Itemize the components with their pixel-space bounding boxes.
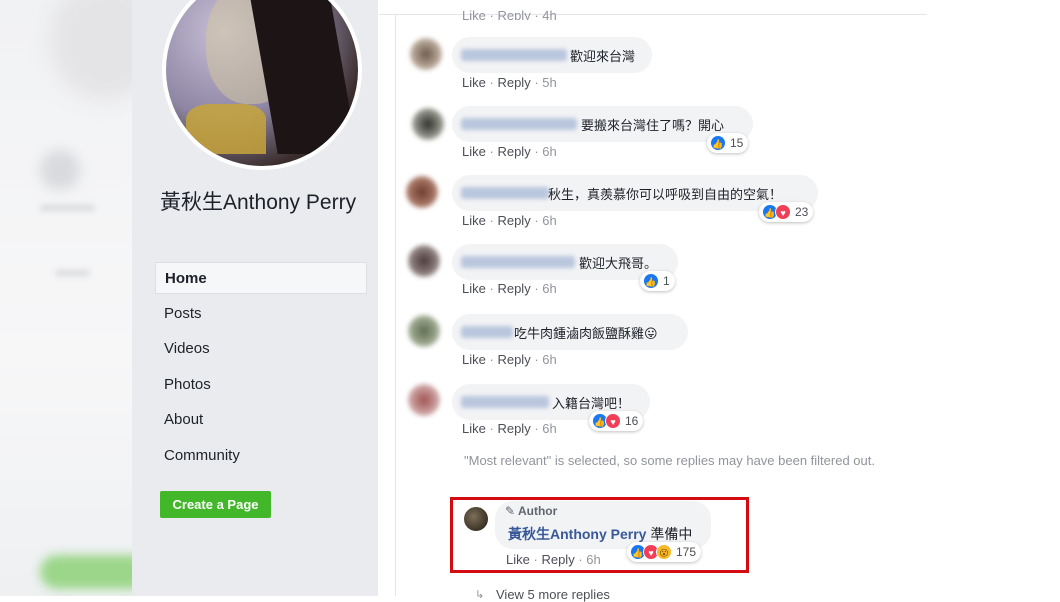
- comment-actions: Like · Reply · 6h: [462, 421, 557, 436]
- comment-actions: Like · Reply · 6h: [462, 144, 557, 159]
- comment-text: 歡迎大飛哥。: [579, 256, 658, 271]
- filter-notice: "Most relevant" is selected, so some rep…: [464, 453, 875, 468]
- commenter-avatar[interactable]: [410, 38, 442, 70]
- comment-time[interactable]: 6h: [542, 352, 556, 367]
- comment-time[interactable]: 6h: [542, 421, 556, 436]
- comment-actions: Like · Reply · 6h: [462, 352, 557, 367]
- separator: ·: [489, 144, 494, 159]
- like-reaction-icon: 👍: [710, 135, 726, 151]
- separator: ·: [534, 8, 539, 20]
- separator: ·: [489, 213, 494, 228]
- comment-actions: Like · Reply · 6h: [462, 281, 557, 296]
- like-link[interactable]: Like: [462, 352, 486, 367]
- like-link[interactable]: Like: [462, 421, 486, 436]
- reply-link[interactable]: Reply: [497, 421, 530, 436]
- comment-time[interactable]: 6h: [542, 213, 556, 228]
- comment-time[interactable]: 5h: [542, 75, 556, 90]
- reaction-summary[interactable]: 👍 1: [640, 271, 675, 291]
- separator: ·: [489, 421, 494, 436]
- separator: ·: [489, 352, 494, 367]
- reply-link[interactable]: Reply: [497, 144, 530, 159]
- love-reaction-icon: ♥: [775, 204, 791, 220]
- blurred-shape: [40, 555, 132, 589]
- like-link[interactable]: Like: [462, 213, 486, 228]
- commenter-avatar[interactable]: [408, 245, 440, 277]
- blurred-shape: [40, 150, 80, 190]
- like-reaction-icon: 👍: [643, 273, 659, 289]
- commenter-avatar[interactable]: [408, 315, 440, 347]
- commenter-avatar[interactable]: [412, 108, 444, 140]
- reaction-summary[interactable]: 👍 15: [707, 133, 749, 153]
- create-page-button[interactable]: Create a Page: [160, 491, 271, 518]
- avatar-shirt: [186, 104, 266, 154]
- separator: ·: [534, 144, 539, 159]
- reply-link[interactable]: Reply: [497, 352, 530, 367]
- love-reaction-icon: ♥: [605, 413, 621, 429]
- comment-time[interactable]: 6h: [542, 281, 556, 296]
- comment-actions: Like · Reply · 6h: [462, 213, 557, 228]
- like-link[interactable]: Like: [462, 281, 486, 296]
- thread-line: [395, 14, 396, 596]
- commenter-name-blurred[interactable]: [461, 396, 549, 408]
- commenter-avatar[interactable]: [406, 176, 438, 208]
- blurred-text: [40, 205, 95, 211]
- page-title[interactable]: 黃秋生Anthony Perry: [160, 188, 370, 217]
- sidebar-item-videos[interactable]: Videos: [155, 333, 367, 365]
- sidebar-item-photos[interactable]: Photos: [155, 369, 367, 401]
- comment-text: 吃牛肉鍾滷肉飯鹽酥雞😛: [514, 326, 658, 341]
- commenter-name-blurred[interactable]: [461, 118, 577, 130]
- reaction-count: 23: [795, 205, 809, 219]
- comment-bubble: 歡迎來台灣: [452, 37, 652, 73]
- sidebar-nav: Home Posts Videos Photos About Community: [155, 262, 367, 475]
- reply-link[interactable]: Reply: [497, 213, 530, 228]
- sidebar-item-posts[interactable]: Posts: [155, 298, 367, 330]
- comment-actions-cut: Like · Reply · 4h: [462, 8, 557, 20]
- reaction-count: 1: [663, 274, 670, 288]
- comment-text: 入籍台灣吧！: [552, 396, 631, 411]
- separator: ·: [489, 75, 494, 90]
- separator: ·: [489, 8, 494, 20]
- sidebar-item-home[interactable]: Home: [155, 262, 367, 294]
- comment-text: 要搬來台灣住了嗎？開心: [581, 118, 725, 133]
- reaction-count: 15: [730, 136, 744, 150]
- commenter-name-blurred[interactable]: [461, 187, 549, 199]
- reaction-summary[interactable]: 👍 ♥ 16: [589, 411, 644, 431]
- blurred-background: [0, 0, 132, 596]
- commenter-name-blurred[interactable]: [461, 49, 567, 61]
- reaction-summary[interactable]: 👍 ♥ 23: [759, 202, 814, 222]
- separator: ·: [534, 281, 539, 296]
- reply-link[interactable]: Reply: [497, 8, 530, 20]
- separator: ·: [489, 281, 494, 296]
- reply-arrow-icon: ↳: [475, 589, 485, 601]
- highlight-box: [450, 497, 749, 573]
- commenter-name-blurred[interactable]: [461, 256, 575, 268]
- comment-time: 4h: [542, 8, 557, 20]
- comment-text: 秋生，真羨慕你可以呼吸到自由的空氣！: [548, 187, 783, 202]
- comment-text: 歡迎來台灣: [570, 49, 636, 64]
- separator: ·: [534, 213, 539, 228]
- separator: ·: [534, 352, 539, 367]
- view-more-replies-link[interactable]: View 5 more replies: [496, 587, 610, 602]
- like-link[interactable]: Like: [462, 75, 486, 90]
- sidebar-item-about[interactable]: About: [155, 404, 367, 436]
- commenter-name-blurred[interactable]: [461, 326, 513, 338]
- like-link[interactable]: Like: [462, 144, 486, 159]
- separator: ·: [534, 75, 539, 90]
- commenter-avatar[interactable]: [408, 384, 440, 416]
- separator: ·: [534, 421, 539, 436]
- like-link[interactable]: Like: [462, 8, 486, 20]
- comment-actions: Like · Reply · 5h: [462, 75, 557, 90]
- sidebar-item-community[interactable]: Community: [155, 440, 367, 472]
- comment-bubble: 吃牛肉鍾滷肉飯鹽酥雞😛: [452, 314, 688, 350]
- profile-picture[interactable]: [162, 0, 362, 170]
- reaction-count: 16: [625, 414, 639, 428]
- comment-time[interactable]: 6h: [542, 144, 556, 159]
- reply-link[interactable]: Reply: [497, 75, 530, 90]
- blurred-shape: [50, 0, 132, 100]
- reply-link[interactable]: Reply: [497, 281, 530, 296]
- blurred-text: [55, 270, 90, 276]
